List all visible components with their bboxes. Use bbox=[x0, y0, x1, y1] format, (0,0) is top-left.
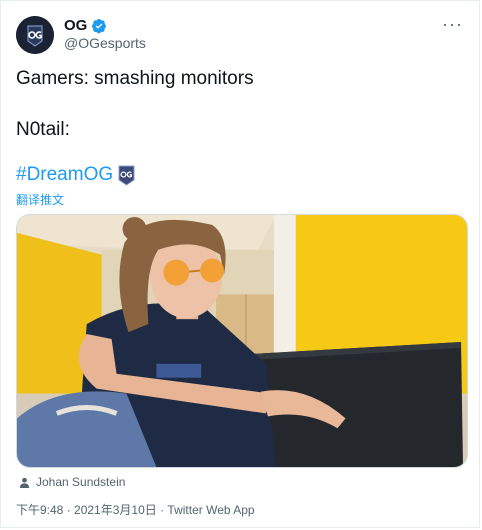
tweet-text-line-1: Gamers: smashing monitors bbox=[16, 68, 254, 89]
tweet-photo[interactable] bbox=[16, 214, 468, 468]
tweet-card: OG @OGesports ··· Gamers: smashing monit… bbox=[0, 0, 480, 528]
tweet-meta: 下午9:48 · 2021年3月10日 · Twitter Web App bbox=[16, 501, 255, 518]
photo-credit[interactable]: Johan Sundstein bbox=[19, 475, 125, 489]
avatar[interactable] bbox=[16, 16, 54, 54]
tweet-source[interactable]: Twitter Web App bbox=[167, 503, 254, 517]
more-options-icon[interactable]: ··· bbox=[442, 15, 463, 33]
photo-image bbox=[17, 215, 467, 467]
user-handle[interactable]: @OGesports bbox=[64, 35, 146, 51]
author-name-row[interactable]: OG bbox=[64, 17, 107, 34]
og-emoji-icon bbox=[118, 165, 135, 186]
photo-credit-name[interactable]: Johan Sundstein bbox=[36, 475, 125, 489]
tweet-timestamp[interactable]: 下午9:48 · 2021年3月10日 bbox=[16, 503, 157, 517]
hashtag-row: #DreamOG bbox=[16, 164, 135, 186]
og-logo-icon bbox=[16, 16, 54, 54]
tweet-text-line-2: N0tail: bbox=[16, 119, 70, 140]
meta-separator: · bbox=[156, 503, 168, 517]
verified-badge-icon bbox=[92, 18, 107, 33]
translate-tweet-link[interactable]: 翻译推文 bbox=[16, 191, 64, 208]
person-icon bbox=[19, 477, 30, 488]
display-name[interactable]: OG bbox=[64, 17, 87, 34]
hashtag-link[interactable]: #DreamOG bbox=[16, 164, 113, 186]
